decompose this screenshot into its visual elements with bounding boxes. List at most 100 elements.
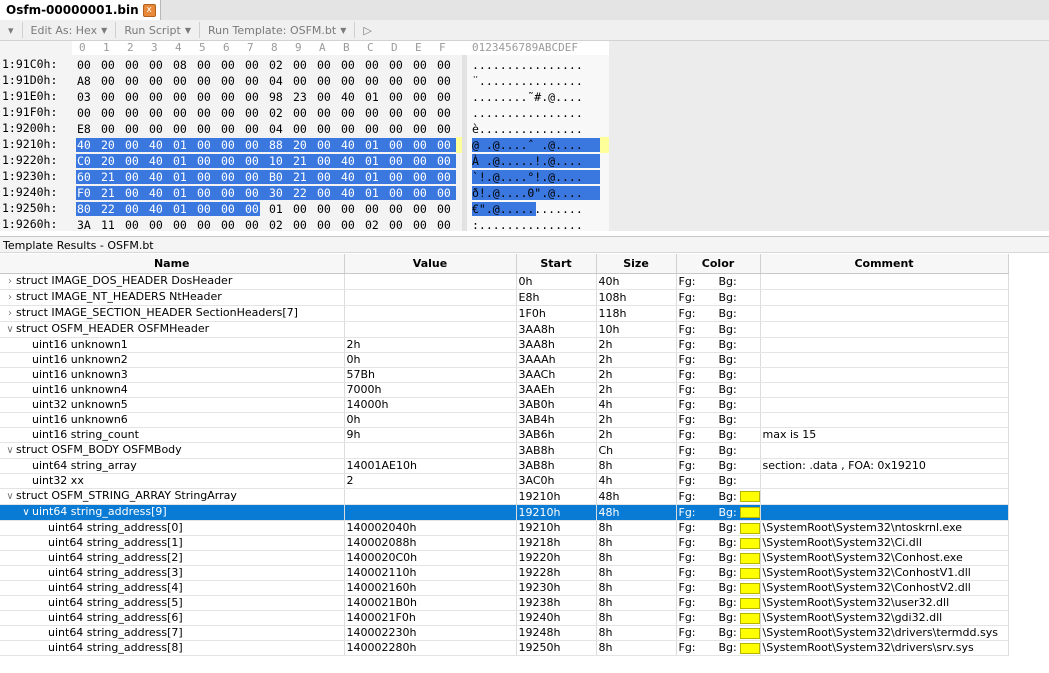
hex-byte[interactable]: 01 xyxy=(365,154,383,168)
hex-byte[interactable]: 02 xyxy=(269,218,287,231)
hex-byte[interactable]: 00 xyxy=(389,202,407,216)
hex-byte[interactable]: A8 xyxy=(77,74,95,88)
hex-byte[interactable]: 00 xyxy=(389,122,407,136)
hex-row[interactable]: 1:9260h: 3A 11 00 00 00 00 00 00 02 00 00 00 02 00 00 00… xyxy=(0,217,609,231)
hex-byte[interactable]: 04 xyxy=(269,122,287,136)
hex-byte[interactable]: 00 xyxy=(413,154,431,168)
template-results-grid[interactable]: Name Value Start Size Color Comment › struct I… xyxy=(0,254,1009,656)
table-row[interactable]: uint16 unknown6 0h 3AB4h 2h Fg: Bg: xyxy=(0,412,1009,428)
hex-byte[interactable]: 00 xyxy=(317,90,335,104)
hex-byte[interactable]: 00 xyxy=(245,186,263,200)
hex-byte[interactable]: 00 xyxy=(389,58,407,72)
hex-byte[interactable]: 00 xyxy=(173,90,191,104)
hex-byte[interactable]: 40 xyxy=(149,186,167,200)
hex-byte[interactable]: 11 xyxy=(101,218,119,231)
chevron-down-icon[interactable]: ∨ xyxy=(20,506,32,520)
hex-byte[interactable]: 00 xyxy=(245,154,263,168)
hex-byte[interactable]: 00 xyxy=(317,154,335,168)
hex-byte[interactable]: 00 xyxy=(437,90,455,104)
table-row[interactable]: uint64 string_address[4] 140002160h 19230h… xyxy=(0,580,1009,596)
hex-byte[interactable]: 00 xyxy=(413,122,431,136)
hex-byte[interactable]: 80 xyxy=(77,202,95,216)
hex-row[interactable]: 1:9210h: 40 20 00 40 01 00 00 00 88 20 00 40 01 00 00 00… xyxy=(0,137,609,153)
hex-byte[interactable]: 00 xyxy=(365,202,383,216)
hex-byte[interactable]: F0 xyxy=(77,186,95,200)
hex-byte[interactable]: 00 xyxy=(317,138,335,152)
ascii-text[interactable]: ........˜#.@.... xyxy=(472,90,583,104)
hex-byte[interactable]: 00 xyxy=(437,202,455,216)
hex-row[interactable]: 1:9200h: E8 00 00 00 00 00 00 00 04 00 00 00 00 00 00 00… xyxy=(0,121,609,137)
hex-byte[interactable]: 01 xyxy=(365,170,383,184)
hex-byte[interactable]: 00 xyxy=(293,202,311,216)
hex-row[interactable]: 1:91E0h: 03 00 00 00 00 00 00 00 98 23 00 40 01 00 00 00… xyxy=(0,89,609,105)
hex-byte[interactable]: 01 xyxy=(365,186,383,200)
file-tab[interactable]: Osfm-00000001.bin x xyxy=(0,0,161,20)
hex-byte[interactable]: 00 xyxy=(413,202,431,216)
table-row[interactable]: uint16 unknown2 0h 3AAAh 2h Fg: Bg: xyxy=(0,352,1009,368)
edit-as-dropdown[interactable]: Edit As: Hex ▼ xyxy=(23,22,117,38)
hex-byte[interactable]: 03 xyxy=(77,90,95,104)
chevron-right-icon[interactable]: › xyxy=(4,275,16,289)
table-row[interactable]: uint64 string_array 14001AE10h 3AB8h 8h Fg: B… xyxy=(0,458,1009,474)
hex-byte[interactable]: 00 xyxy=(221,170,239,184)
hex-byte[interactable]: 00 xyxy=(173,106,191,120)
table-row[interactable]: uint32 xx 2 3AC0h 4h Fg: Bg: xyxy=(0,473,1009,489)
table-row[interactable]: ∨ uint64 string_address[9] 19210h 48h Fg: Bg: xyxy=(0,504,1009,521)
hex-editor[interactable]: 0123456789ABCDEF 0123456789ABCDEF 1:91C0… xyxy=(0,41,1049,231)
hex-row[interactable]: 1:9230h: 60 21 00 40 01 00 00 00 B0 21 00 40 01 00 00 00… xyxy=(0,169,609,185)
hex-byte[interactable]: 00 xyxy=(125,74,143,88)
hex-byte[interactable]: 00 xyxy=(437,186,455,200)
column-header-size[interactable]: Size xyxy=(596,254,677,274)
hex-byte[interactable]: 00 xyxy=(389,106,407,120)
hex-row[interactable]: 1:9240h: F0 21 00 40 01 00 00 00 30 22 00 40 01 00 00 00… xyxy=(0,185,609,201)
hex-byte[interactable]: 01 xyxy=(269,202,287,216)
hex-byte[interactable]: 01 xyxy=(173,202,191,216)
hex-byte[interactable]: 00 xyxy=(365,74,383,88)
run-script-dropdown[interactable]: Run Script ▼ xyxy=(116,22,200,38)
table-row[interactable]: uint64 string_address[3] 140002110h 19228h… xyxy=(0,565,1009,581)
hex-byte[interactable]: 00 xyxy=(293,122,311,136)
table-row[interactable]: uint64 string_address[6] 1400021F0h 19240h… xyxy=(0,610,1009,626)
table-row[interactable]: ∨ struct OSFM_BODY OSFMBody 3AB8h Ch Fg: Bg: xyxy=(0,442,1009,459)
hex-byte[interactable]: 40 xyxy=(149,170,167,184)
hex-byte[interactable]: 00 xyxy=(245,138,263,152)
hex-byte[interactable]: 00 xyxy=(221,186,239,200)
hex-byte[interactable]: 00 xyxy=(197,186,215,200)
hex-byte[interactable]: 00 xyxy=(317,170,335,184)
hex-byte[interactable]: 23 xyxy=(293,90,311,104)
hex-byte[interactable]: C0 xyxy=(77,154,95,168)
hex-byte[interactable]: 00 xyxy=(149,218,167,231)
hex-byte[interactable]: 00 xyxy=(101,90,119,104)
hex-byte[interactable]: 00 xyxy=(101,58,119,72)
hex-byte[interactable]: 3A xyxy=(77,218,95,231)
hex-byte[interactable]: 30 xyxy=(269,186,287,200)
hex-byte[interactable]: 00 xyxy=(173,122,191,136)
table-row[interactable]: uint32 unknown5 14000h 3AB0h 4h Fg: Bg: xyxy=(0,397,1009,413)
table-row[interactable]: uint64 string_address[2] 1400020C0h 19220h… xyxy=(0,550,1009,566)
close-icon[interactable]: x xyxy=(142,3,156,17)
hex-byte[interactable]: 00 xyxy=(413,138,431,152)
hex-byte[interactable]: 00 xyxy=(221,202,239,216)
hex-byte[interactable]: 00 xyxy=(317,106,335,120)
hex-byte[interactable]: 04 xyxy=(269,74,287,88)
hex-byte[interactable]: 00 xyxy=(197,138,215,152)
table-row[interactable]: uint16 unknown3 57Bh 3AACh 2h Fg: Bg: xyxy=(0,367,1009,383)
ascii-text[interactable]: @ .@....ˆ .@.... xyxy=(472,138,583,152)
hex-byte[interactable]: 00 xyxy=(125,58,143,72)
hex-byte[interactable]: 88 xyxy=(269,138,287,152)
ascii-text[interactable]: ................ xyxy=(472,106,583,120)
hex-row[interactable]: 1:91F0h: 00 00 00 00 00 00 00 00 02 00 00 00 00 00 00 00… xyxy=(0,105,609,121)
hex-byte[interactable]: 00 xyxy=(389,90,407,104)
hex-byte[interactable]: 00 xyxy=(413,186,431,200)
hex-byte[interactable]: B0 xyxy=(269,170,287,184)
table-row[interactable]: uint64 string_address[8] 140002280h 19250h… xyxy=(0,640,1009,656)
hex-byte[interactable]: 00 xyxy=(125,138,143,152)
hex-byte[interactable]: 00 xyxy=(413,58,431,72)
hex-byte[interactable]: 01 xyxy=(365,90,383,104)
hex-byte[interactable]: 00 xyxy=(197,170,215,184)
hex-byte[interactable]: 00 xyxy=(437,106,455,120)
hex-byte[interactable]: 00 xyxy=(437,154,455,168)
hex-byte[interactable]: 00 xyxy=(413,218,431,231)
hex-byte[interactable]: 40 xyxy=(149,202,167,216)
hex-byte[interactable]: 00 xyxy=(221,154,239,168)
